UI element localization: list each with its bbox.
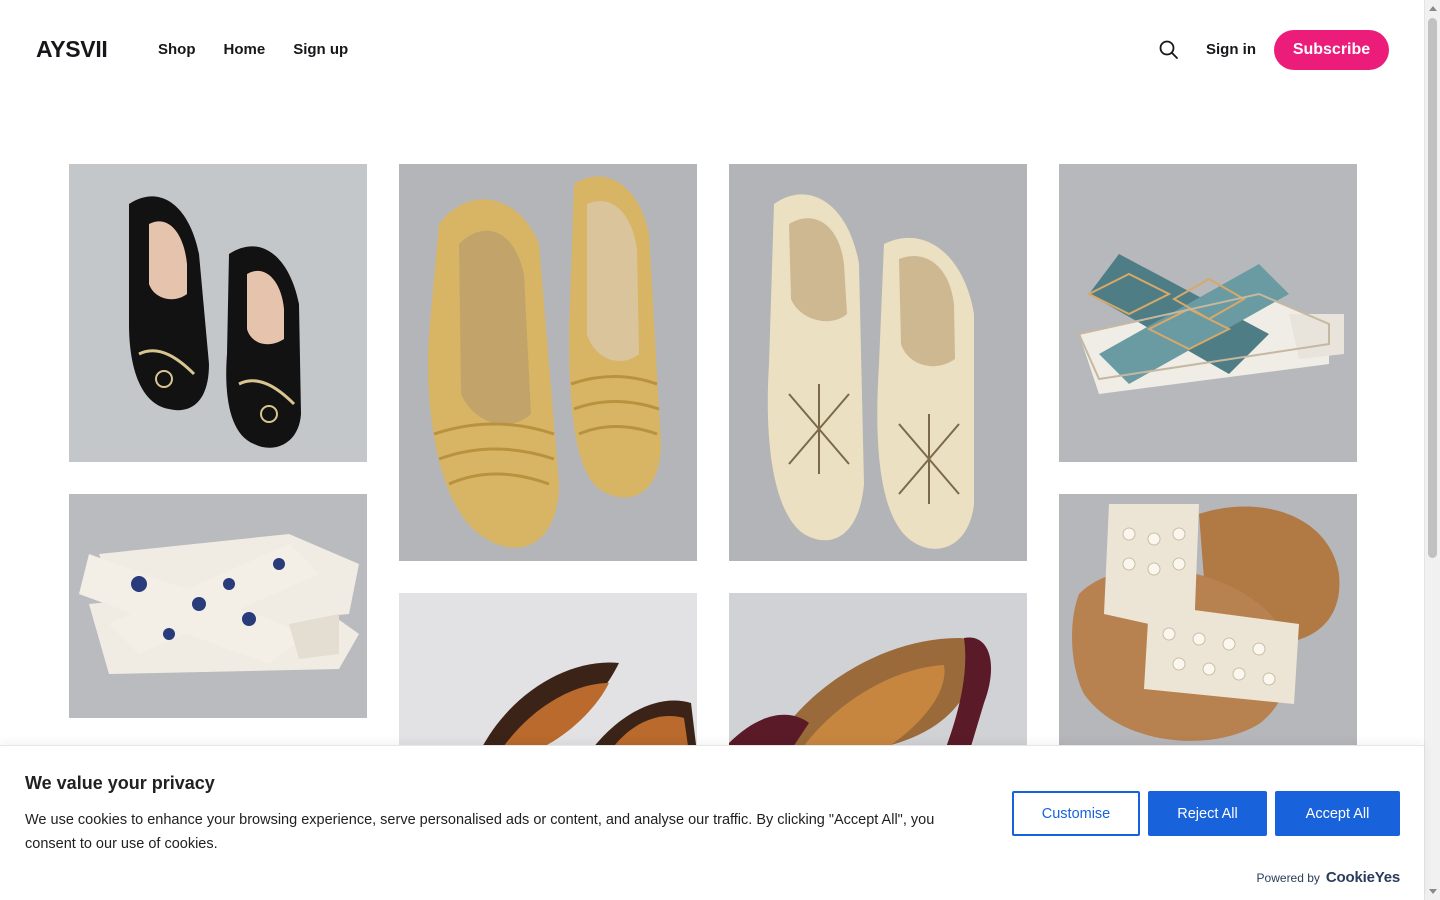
accept-all-button[interactable]: Accept All [1275,791,1400,836]
gallery-item-teal-heels[interactable] [1059,164,1357,462]
nav-home[interactable]: Home [224,40,266,60]
scroll-up-icon[interactable] [1429,6,1437,11]
cookieyes-logo[interactable]: CookieYes [1326,869,1400,886]
site-logo[interactable]: AYSVII [36,36,108,63]
signin-link[interactable]: Sign in [1206,40,1256,60]
nav-signup[interactable]: Sign up [293,40,348,60]
scroll-down-icon[interactable] [1429,889,1437,894]
gallery-item-pearl-sliders[interactable] [1059,494,1357,753]
gallery-item-cream-heels[interactable] [729,164,1027,561]
gallery-item-maroon-juttis[interactable] [729,593,1027,753]
customise-button[interactable]: Customise [1012,791,1140,836]
main-nav: Shop Home Sign up [158,40,348,60]
powered-by: Powered by CookieYes [1256,869,1401,886]
gallery-item-black-mules[interactable] [69,164,367,462]
site-header: AYSVII Shop Home Sign up Sign in Subscri… [0,0,1424,100]
cookie-consent-banner: We value your privacy We use cookies to … [0,745,1424,900]
gallery-item-brown-juttis[interactable] [399,593,697,753]
cookie-description: We use cookies to enhance your browsing … [25,812,935,852]
cookie-title: We value your privacy [25,773,215,793]
page-scrollbar[interactable] [1424,0,1440,900]
nav-shop[interactable]: Shop [158,40,196,60]
search-icon[interactable] [1158,39,1180,61]
scrollbar-thumb[interactable] [1428,18,1437,558]
gallery-item-navy-heels[interactable] [69,494,367,718]
subscribe-button[interactable]: Subscribe [1274,30,1389,70]
gallery-item-gold-juttis[interactable] [399,164,697,561]
powered-by-label: Powered by [1256,871,1320,885]
reject-all-button[interactable]: Reject All [1148,791,1267,836]
